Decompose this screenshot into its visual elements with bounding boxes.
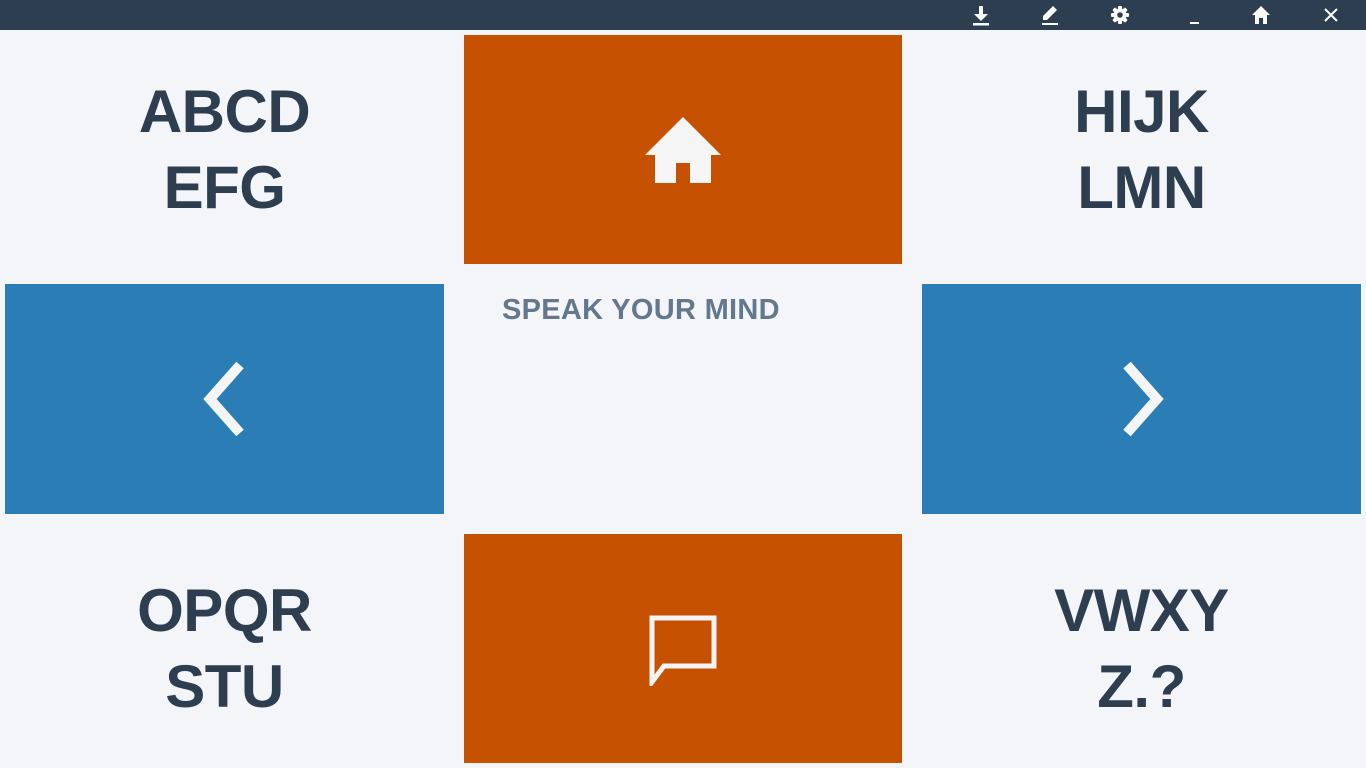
pencil-icon: [1042, 6, 1058, 25]
letters-tile-abcdefg[interactable]: ABCD EFG: [5, 35, 444, 264]
home-tile[interactable]: [464, 35, 902, 264]
letters-tile-vwxyz[interactable]: VWXY Z.?: [922, 534, 1361, 763]
home-icon: [645, 116, 721, 183]
edit-button[interactable]: [1030, 0, 1070, 30]
minimize-button[interactable]: [1175, 0, 1215, 30]
chevron-left-icon: [202, 361, 244, 437]
tile-line-2: EFG: [163, 153, 286, 221]
home-button[interactable]: [1241, 0, 1281, 30]
download-icon: [973, 6, 989, 26]
tile-line-1: HIJK: [1074, 77, 1209, 145]
next-tile[interactable]: [922, 284, 1361, 514]
gear-icon: [1111, 6, 1129, 24]
tile-line-1: VWXY: [1054, 576, 1229, 644]
tile-line-2: STU: [165, 652, 284, 720]
speak-tile[interactable]: [464, 534, 902, 763]
home-icon: [1252, 6, 1270, 24]
title-bar: [0, 0, 1366, 30]
speak-your-mind-label: SPEAK YOUR MIND: [502, 294, 780, 326]
previous-tile[interactable]: [5, 284, 444, 514]
minimize-icon: [1190, 22, 1199, 24]
tile-line-2: Z.?: [1097, 652, 1186, 720]
settings-button[interactable]: [1100, 0, 1140, 30]
letters-tile-opqrstu[interactable]: OPQR STU: [5, 534, 444, 763]
download-button[interactable]: [961, 0, 1001, 30]
close-icon: [1324, 8, 1338, 22]
tile-line-1: ABCD: [138, 77, 311, 145]
letters-tile-hijklmn[interactable]: HIJK LMN: [922, 35, 1361, 264]
chevron-right-icon: [1122, 361, 1164, 437]
speech-bubble-icon: [649, 615, 717, 686]
tile-line-1: OPQR: [137, 576, 312, 644]
tile-line-2: LMN: [1077, 153, 1206, 221]
close-button[interactable]: [1311, 0, 1351, 30]
